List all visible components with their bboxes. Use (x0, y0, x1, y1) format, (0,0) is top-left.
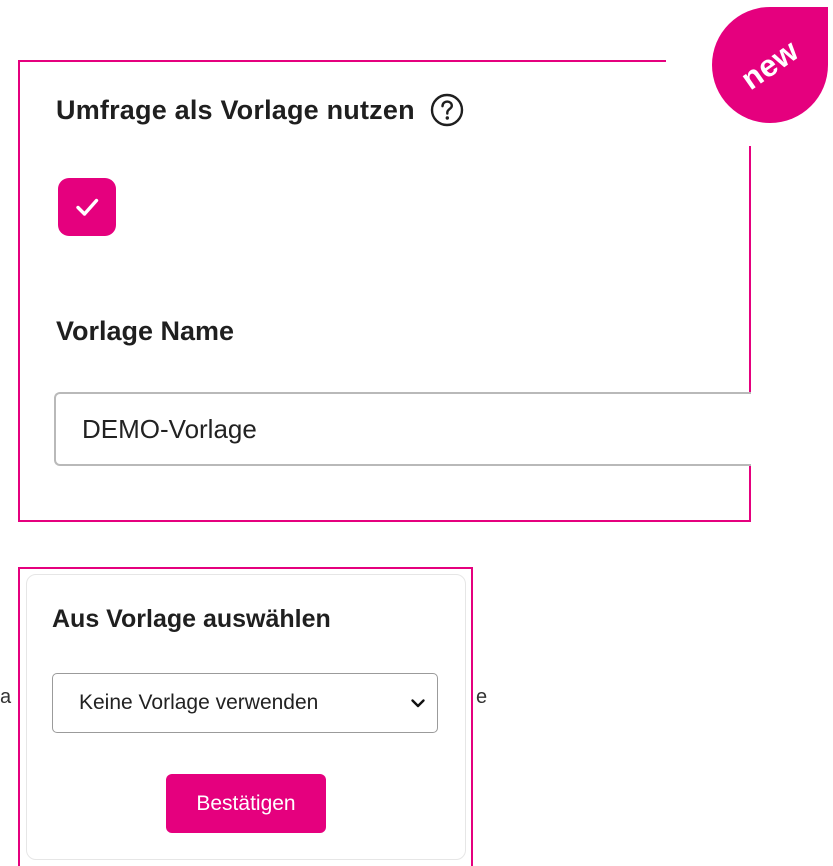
template-select-value: Keine Vorlage verwenden (79, 691, 319, 714)
template-name-input[interactable] (54, 392, 751, 466)
use-as-template-checkbox[interactable] (58, 178, 116, 236)
checkmark-icon (76, 198, 99, 216)
choose-template-heading: Aus Vorlage auswählen (52, 605, 331, 633)
heading-row: Umfrage als Vorlage nutzen (56, 92, 465, 128)
chevron-down-icon (411, 699, 425, 708)
use-as-template-heading: Umfrage als Vorlage nutzen (56, 94, 415, 125)
question-circle-icon[interactable] (429, 92, 465, 128)
template-select[interactable]: Keine Vorlage verwenden (52, 673, 438, 733)
background-text-fragment: a (0, 686, 12, 708)
template-settings-panel: Umfrage als Vorlage nutzen Vorlage Name (18, 60, 751, 522)
background-text-fragment: e (476, 686, 488, 708)
page: Umfrage als Vorlage nutzen Vorlage Name … (0, 0, 833, 866)
confirm-button[interactable]: Bestätigen (166, 774, 326, 833)
template-name-label: Vorlage Name (56, 316, 235, 346)
